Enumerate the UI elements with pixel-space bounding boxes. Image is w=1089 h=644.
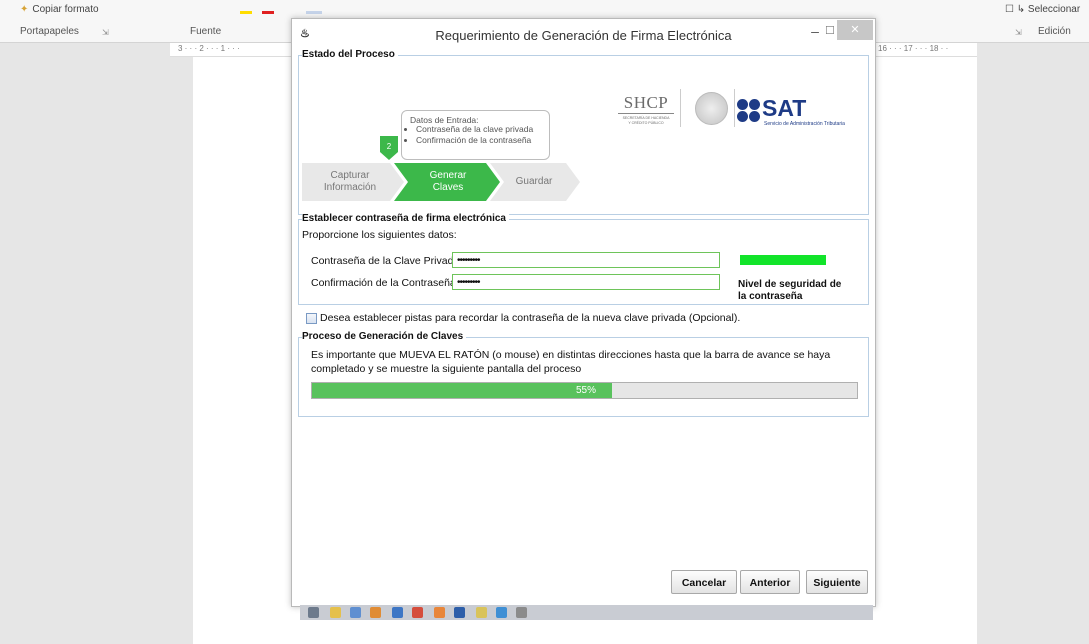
java-icon[interactable] (516, 607, 527, 618)
dialog-titlebar[interactable]: ♨ Requerimiento de Generación de Firma E… (292, 19, 875, 49)
chrome-icon[interactable] (412, 607, 423, 618)
confirm-password-label: Confirmación de la Contraseña (311, 277, 456, 289)
sat-logo-subtitle: Servicio de Administración Tributaria (764, 121, 845, 127)
firefox-icon[interactable] (434, 607, 445, 618)
minimize-button[interactable]: – (808, 23, 822, 39)
hints-checkbox[interactable] (306, 313, 317, 324)
cancel-button[interactable]: Cancelar (671, 570, 737, 594)
skype-icon[interactable] (496, 607, 507, 618)
step-number-badge: 2 (380, 136, 398, 165)
start-icon[interactable] (308, 607, 319, 618)
key-generation-progress-bar: 55% (311, 382, 858, 399)
sat-logo-icon (737, 99, 761, 123)
media-icon[interactable] (370, 607, 381, 618)
ruler-right-numbers: 16 · · · 17 · · · 18 · · (878, 44, 949, 53)
signature-dialog: ♨ Requerimiento de Generación de Firma E… (291, 18, 876, 607)
step-label: Capturar (330, 170, 370, 181)
ie-icon[interactable] (350, 607, 361, 618)
previous-button[interactable]: Anterior (740, 570, 800, 594)
ruler-left-numbers: 3 · · · 2 · · · 1 · · · (178, 44, 240, 53)
maximize-button[interactable]: ☐ (825, 24, 835, 37)
next-button[interactable]: Siguiente (806, 570, 868, 594)
confirm-password-input[interactable]: ••••••••• (452, 274, 720, 290)
step-generate: Generar Claves (404, 163, 492, 201)
logo-divider (680, 89, 681, 127)
hints-checkbox-label[interactable]: Desea establecer pistas para recordar la… (320, 312, 740, 324)
paintbrush-icon: ✦ (20, 4, 29, 15)
step-label: Información (323, 182, 377, 193)
step-marker-icon: 2 (380, 136, 398, 160)
clipboard-group-label: Portapapeles (20, 26, 79, 37)
close-button[interactable]: ✕ (837, 20, 873, 40)
key-generation-message-2: completado y se muestre la siguiente pan… (311, 363, 582, 375)
callout-list: Contraseña de la clave privada Confirmac… (402, 124, 533, 146)
key-generation-message-1: Es importante que MUEVA EL RATÓN (o mous… (311, 349, 831, 361)
step-save: Guardar (498, 163, 570, 201)
step-label: Generar (429, 170, 467, 181)
editing-group-label: Edición (1038, 26, 1071, 37)
word-icon[interactable] (454, 607, 465, 618)
taskbar (300, 605, 873, 620)
step-capture: Capturar Información (302, 163, 398, 201)
progress-fill (312, 383, 612, 398)
clipboard-launcher-icon[interactable]: ⇲ (102, 28, 109, 37)
copy-format-button[interactable]: ✦ Copiar formato (20, 4, 99, 15)
sat-logo-text: SAT (762, 95, 807, 121)
key-generation-legend: Proceso de Generación de Claves (302, 331, 467, 342)
outlook-icon[interactable] (392, 607, 403, 618)
password-legend: Establecer contraseña de firma electróni… (302, 213, 509, 224)
step-label: Claves (432, 182, 464, 193)
shcp-logo: SHCP SECRETARÍA DE HACIENDA Y CRÉDITO PÚ… (618, 93, 674, 126)
callout-item: Confirmación de la contraseña (416, 135, 533, 146)
input-data-callout: Datos de Entrada: Contraseña de la clave… (401, 110, 550, 160)
callout-item: Contraseña de la clave privada (416, 124, 533, 135)
explorer-icon[interactable] (330, 607, 341, 618)
mexico-seal-icon (695, 92, 728, 125)
font-group-label: Fuente (190, 26, 222, 37)
dialog-title: Requerimiento de Generación de Firma Ele… (435, 28, 732, 43)
process-status-legend: Estado del Proceso (302, 49, 398, 60)
password-intro: Proporcione los siguientes datos: (302, 229, 457, 241)
step-label: Guardar (515, 176, 553, 187)
paragraph-launcher-icon[interactable]: ⇲ (1015, 28, 1022, 37)
password-strength-meter (740, 255, 826, 265)
step-number: 2 (387, 142, 392, 151)
folder-icon[interactable] (476, 607, 487, 618)
process-steps: Capturar Información Generar Claves Guarda… (302, 163, 592, 201)
logo-divider (734, 89, 735, 127)
select-button[interactable]: ☐ ↳ Seleccionar (1005, 4, 1080, 15)
progress-percentage: 55% (576, 385, 597, 396)
private-key-password-input[interactable]: ••••••••• (452, 252, 720, 268)
private-key-password-label: Contraseña de la Clave Privada (311, 255, 460, 267)
password-strength-label: Nivel de seguridad de la contraseña (738, 279, 842, 302)
